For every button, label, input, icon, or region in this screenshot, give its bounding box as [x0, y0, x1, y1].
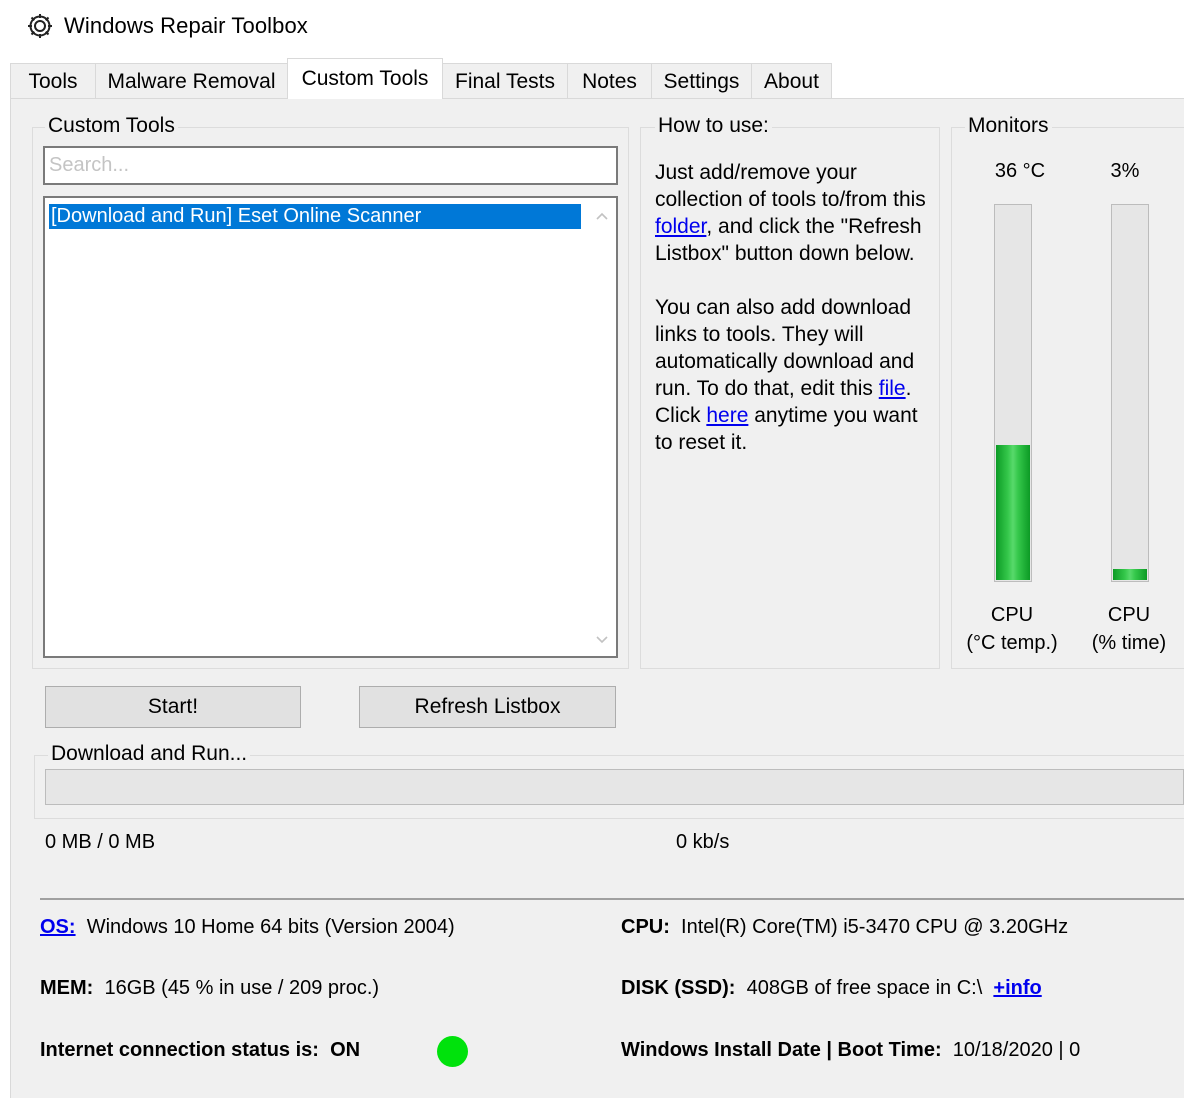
cpu-temp-bar	[994, 204, 1032, 582]
tab-final-tests[interactable]: Final Tests	[442, 63, 568, 98]
how-to-use-group-title: How to use:	[655, 114, 772, 138]
disk-label: DISK (SSD):	[621, 977, 736, 999]
os-value: Windows 10 Home 64 bits (Version 2004)	[86, 916, 455, 938]
os-info: OS: Windows 10 Home 64 bits (Version 200…	[40, 916, 455, 939]
install-boot-info: Windows Install Date | Boot Time: 10/18/…	[621, 1039, 1080, 1062]
os-link[interactable]: OS:	[40, 916, 76, 938]
mem-label: MEM:	[40, 977, 94, 999]
internet-status-label: Internet connection status is:	[40, 1039, 319, 1061]
status-indicator-icon	[437, 1036, 468, 1067]
cpu-time-bar-fill	[1113, 569, 1147, 580]
scroll-up-icon[interactable]	[596, 210, 608, 222]
disk-more-info-link[interactable]: +info	[993, 977, 1041, 999]
howto-paragraph-1: Just add/remove your collection of tools…	[655, 159, 927, 267]
reset-here-link[interactable]: here	[706, 404, 748, 427]
file-link[interactable]: file	[879, 377, 906, 400]
window-title: Windows Repair Toolbox	[64, 13, 308, 38]
tab-malware-removal[interactable]: Malware Removal	[95, 63, 288, 98]
mem-value: 16GB (45 % in use / 209 proc.)	[104, 977, 380, 999]
internet-status-value: ON	[330, 1039, 361, 1061]
cpu-time-bar	[1111, 204, 1149, 582]
cpu-temp-bar-fill	[996, 445, 1030, 580]
tab-about[interactable]: About	[751, 63, 832, 98]
search-input[interactable]	[43, 146, 618, 185]
how-to-use-text: Just add/remove your collection of tools…	[655, 159, 927, 456]
tab-tools[interactable]: Tools	[10, 63, 96, 98]
cpu-temp-label-line1: CPU	[990, 604, 1034, 626]
start-button[interactable]: Start!	[45, 686, 301, 728]
tab-notes[interactable]: Notes	[567, 63, 652, 98]
gear-wrench-icon	[26, 12, 54, 40]
mem-info: MEM: 16GB (45 % in use / 209 proc.)	[40, 977, 379, 1000]
separator	[40, 898, 1184, 900]
cpu-info: CPU: Intel(R) Core(TM) i5-3470 CPU @ 3.2…	[621, 916, 1068, 939]
monitors-group-title: Monitors	[965, 114, 1052, 138]
cpu-time-label-line1: CPU	[1107, 604, 1151, 626]
list-item[interactable]: [Download and Run] Eset Online Scanner	[49, 204, 581, 229]
download-size-text: 0 MB / 0 MB	[45, 831, 156, 853]
scroll-down-icon[interactable]	[596, 632, 608, 644]
tab-settings[interactable]: Settings	[651, 63, 752, 98]
cpu-time-label-line2: (% time)	[1091, 632, 1167, 654]
custom-tools-group-title: Custom Tools	[45, 114, 178, 138]
cpu-label: CPU:	[621, 916, 670, 938]
cpu-temp-value: 36 °C	[994, 160, 1046, 182]
refresh-listbox-button[interactable]: Refresh Listbox	[359, 686, 616, 728]
tools-listbox[interactable]: [Download and Run] Eset Online Scanner	[43, 196, 618, 658]
howto-text-1a: Just add/remove your collection of tools…	[655, 161, 926, 211]
download-progress-bar	[45, 769, 1184, 805]
cpu-temp-label-line2: (°C temp.)	[966, 632, 1058, 654]
howto-paragraph-2: You can also add download links to tools…	[655, 294, 927, 456]
download-run-group-title: Download and Run...	[48, 742, 251, 766]
install-boot-label: Windows Install Date | Boot Time:	[621, 1039, 942, 1061]
internet-status: Internet connection status is: ON	[40, 1039, 360, 1062]
cpu-temp-label: CPU (°C temp.)	[960, 601, 1064, 657]
disk-info: DISK (SSD): 408GB of free space in C:\ +…	[621, 977, 1042, 1000]
cpu-time-value: 3%	[1110, 160, 1140, 182]
cpu-time-label: CPU (% time)	[1084, 601, 1174, 657]
cpu-value: Intel(R) Core(TM) i5-3470 CPU @ 3.20GHz	[681, 916, 1069, 938]
tab-custom-tools[interactable]: Custom Tools	[287, 58, 443, 99]
folder-link[interactable]: folder	[655, 215, 706, 238]
install-boot-value: 10/18/2020 | 0	[952, 1039, 1081, 1061]
disk-value: 408GB of free space in C:\	[746, 977, 983, 999]
howto-text-2a: You can also add download links to tools…	[655, 296, 915, 400]
download-speed-text: 0 kb/s	[676, 831, 730, 853]
monitors-group	[951, 127, 1184, 669]
